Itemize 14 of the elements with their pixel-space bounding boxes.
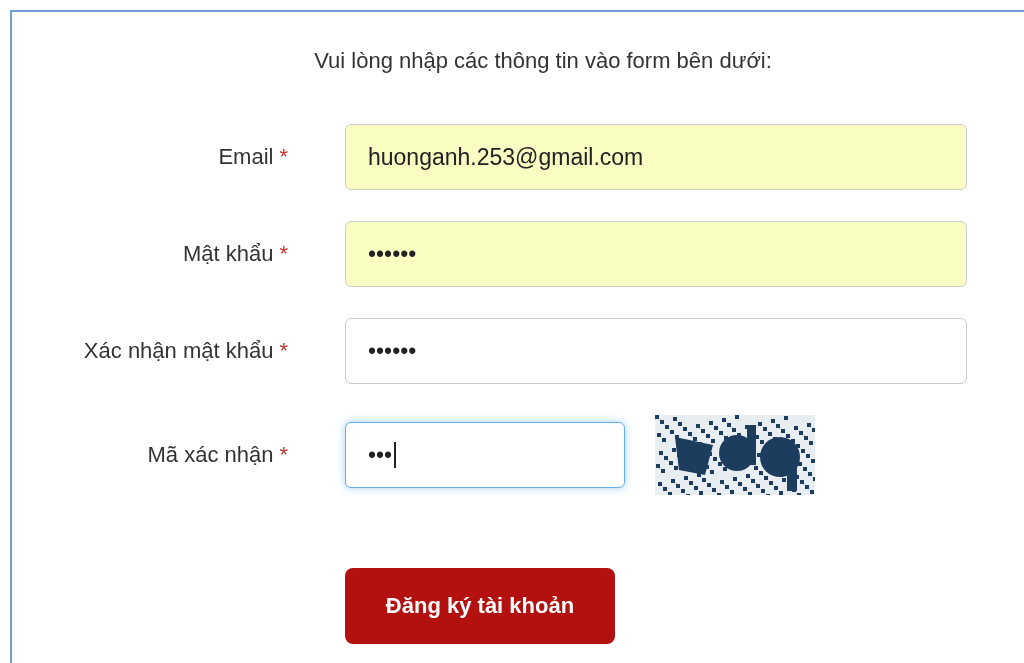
required-mark: * — [279, 442, 288, 467]
input-field[interactable]: •••••• — [345, 318, 967, 384]
field-label: Xác nhận mật khẩu — [83, 338, 274, 363]
form-instruction: Vui lòng nhập các thông tin vào form bên dưới: — [313, 47, 773, 74]
field-label: Mật khẩu — [182, 241, 274, 266]
input-field[interactable]: ••• — [345, 422, 625, 488]
required-mark: * — [279, 241, 288, 266]
input-field[interactable]: huonganh.253@gmail.com — [345, 124, 967, 190]
register-button[interactable]: Đăng ký tài khoản — [345, 568, 615, 644]
required-mark: * — [279, 338, 288, 363]
field-label: Email — [218, 144, 274, 169]
input-field[interactable]: •••••• — [345, 221, 967, 287]
field-label: Mã xác nhận — [147, 442, 274, 467]
required-mark: * — [279, 144, 288, 169]
